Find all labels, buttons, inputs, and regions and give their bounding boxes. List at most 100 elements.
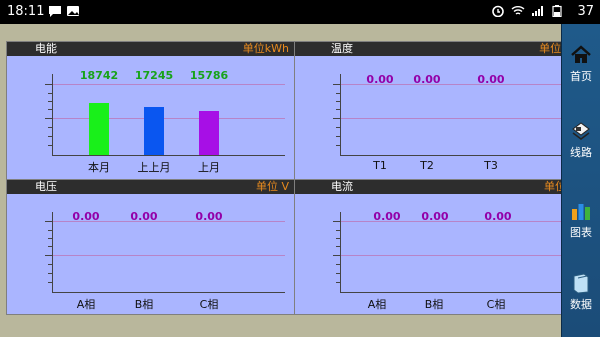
x-label: C相: [486, 298, 506, 311]
y-tick: [45, 255, 52, 256]
gridline: [53, 118, 285, 119]
y-tick: [336, 127, 340, 128]
y-axis: [340, 74, 341, 156]
y-tick: [336, 230, 340, 231]
panel-title: 电流: [331, 180, 353, 193]
y-tick: [48, 109, 52, 110]
gridline: [341, 255, 573, 256]
y-tick: [336, 264, 340, 265]
bar-this-month: [89, 103, 109, 155]
y-tick: [48, 264, 52, 265]
panel-unit: 单位 V: [255, 180, 289, 193]
current-panel: 电流 单位 A 0.00 0.00 0.00 A相 B相 C相: [294, 179, 584, 315]
x-label: 上月: [198, 161, 220, 174]
image-icon: [67, 6, 79, 16]
panel-title: 电压: [35, 180, 57, 193]
battery-icon: [552, 5, 562, 17]
value-label: 0.00: [130, 210, 158, 223]
y-tick: [336, 145, 340, 146]
temperature-panel: 温度 单位 ℃ 0.00 0.00 0.00 T1 T2 T3: [294, 41, 584, 180]
message-icon: [49, 6, 61, 17]
alarm-icon: [492, 5, 504, 17]
energy-chart: 18742 17245 15786 本月 上上月 上月: [7, 56, 295, 178]
nav-item-chart[interactable]: 图表: [562, 192, 600, 252]
x-axis: [340, 155, 573, 156]
x-label: 上上月: [137, 161, 171, 174]
x-axis: [52, 292, 285, 293]
y-tick: [336, 282, 340, 283]
y-tick: [336, 109, 340, 110]
temperature-chart: 0.00 0.00 0.00 T1 T2 T3: [295, 56, 583, 178]
value-label: 0.00: [195, 210, 223, 223]
y-axis: [52, 212, 53, 293]
status-bar: 18:11 37: [0, 0, 600, 24]
wifi-icon: [511, 6, 525, 15]
value-label: 0.00: [421, 210, 449, 223]
gridline: [53, 255, 285, 256]
y-tick: [48, 246, 52, 247]
y-tick: [48, 273, 52, 274]
voltage-chart: 0.00 0.00 0.00 A相 B相 C相: [7, 194, 295, 313]
x-axis: [340, 292, 573, 293]
voltage-panel: 电压 单位 V 0.00 0.00 0.00 A相 B相 C相: [6, 179, 296, 315]
y-tick: [336, 273, 340, 274]
clock: 18:11: [7, 4, 45, 19]
bar-month-before-last: [144, 107, 164, 155]
y-tick: [48, 282, 52, 283]
value-label: 0.00: [484, 210, 512, 223]
y-tick: [48, 238, 52, 239]
current-chart: 0.00 0.00 0.00 A相 B相 C相: [295, 194, 583, 313]
y-axis: [52, 74, 53, 156]
panel-header: 电能 单位kWh: [7, 42, 295, 56]
y-tick: [333, 118, 340, 119]
y-tick: [48, 127, 52, 128]
y-tick: [336, 93, 340, 94]
signal-icon: [532, 6, 543, 16]
value-label: 0.00: [477, 73, 505, 86]
home-icon: [571, 45, 591, 63]
y-tick: [333, 221, 340, 222]
value-label: 18742: [79, 69, 119, 82]
panel-header: 电压 单位 V: [7, 180, 295, 194]
y-tick: [336, 101, 340, 102]
energy-panel: 电能 单位kWh 18742 17245 15786 本月 上上月 上月: [6, 41, 296, 180]
y-tick: [48, 145, 52, 146]
gridline: [341, 118, 573, 119]
nav-item-data[interactable]: 数据: [562, 264, 600, 324]
value-label: 0.00: [373, 210, 401, 223]
circuit-icon: [572, 122, 590, 140]
panel-header: 电流 单位 A: [295, 180, 583, 194]
y-tick: [48, 136, 52, 137]
nav-label: 数据: [570, 298, 592, 311]
value-label: 0.00: [366, 73, 394, 86]
x-label: T3: [484, 159, 498, 172]
value-label: 0.00: [413, 73, 441, 86]
y-tick: [336, 246, 340, 247]
y-tick: [45, 118, 52, 119]
x-label: 本月: [88, 161, 110, 174]
battery-level: 37: [577, 4, 594, 19]
panel-title: 温度: [331, 42, 353, 55]
panel-header: 温度 单位 ℃: [295, 42, 583, 56]
nav-label: 首页: [570, 70, 592, 83]
value-label: 17245: [134, 69, 174, 82]
panel-title: 电能: [35, 42, 57, 55]
x-axis: [52, 155, 285, 156]
x-label: B相: [134, 298, 154, 311]
y-tick: [336, 136, 340, 137]
nav-item-circuit[interactable]: 线路: [562, 112, 600, 172]
y-tick: [45, 84, 52, 85]
nav-item-home[interactable]: 首页: [562, 36, 600, 96]
value-label: 0.00: [72, 210, 100, 223]
y-axis: [340, 212, 341, 293]
panel-unit: 单位kWh: [242, 42, 289, 55]
x-label: C相: [199, 298, 219, 311]
bar-last-month: [199, 111, 219, 155]
app-content: 电能 单位kWh 18742 17245 15786 本月 上上月 上月 温度 …: [0, 24, 600, 337]
x-label: A相: [76, 298, 96, 311]
nav-sidebar: 首页 线路 图表 数据: [561, 24, 600, 337]
x-label: B相: [424, 298, 444, 311]
y-tick: [333, 255, 340, 256]
y-tick: [336, 238, 340, 239]
gridline: [53, 84, 285, 85]
